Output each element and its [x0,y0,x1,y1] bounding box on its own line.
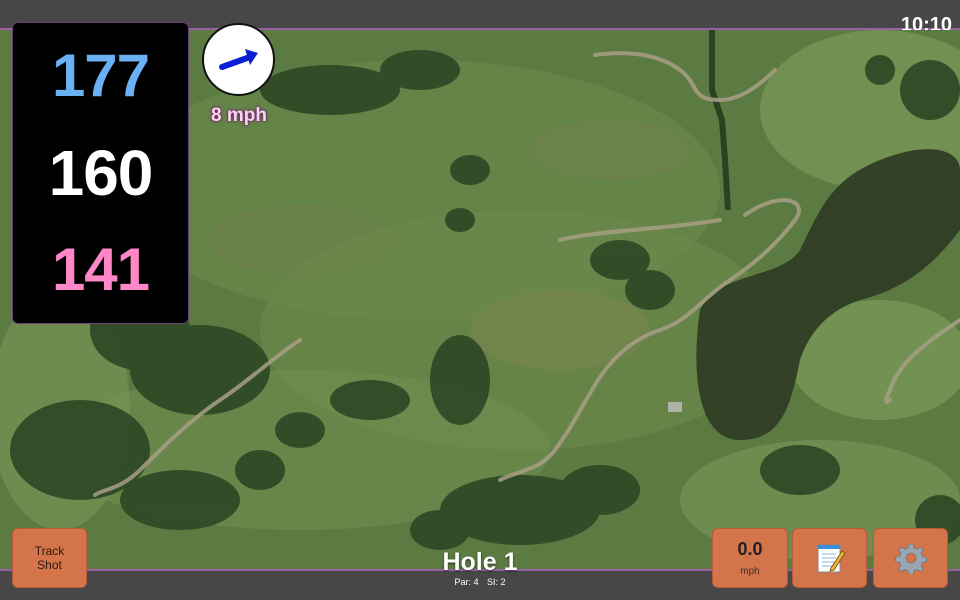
gear-icon [894,543,927,574]
wind-direction-arrow-icon [218,48,258,70]
hole-par: Par: 4 [454,577,479,587]
notepad-icon [817,544,845,573]
distance-back: 177 [51,42,150,110]
speed-unit: mph [740,566,760,577]
track-shot-button[interactable]: Track Shot [12,528,87,588]
hole-title: Hole 1 [442,548,518,576]
speed-value: 0.0 [737,539,763,559]
distance-front: 141 [51,235,150,303]
wind-indicator[interactable] [202,23,275,96]
speed-button[interactable]: 0.0 mph [712,528,788,588]
wind-speed: 8 mph [211,105,267,126]
hole-stroke-index: SI: 2 [487,577,506,587]
track-shot-label: Track Shot [34,544,65,572]
distance-panel: 177 160 141 [12,22,189,324]
settings-button[interactable] [873,528,948,588]
hole-info: Par: 4 SI: 2 [380,577,580,587]
scorecard-notes-button[interactable] [792,528,867,588]
distance-middle: 160 [48,136,154,209]
